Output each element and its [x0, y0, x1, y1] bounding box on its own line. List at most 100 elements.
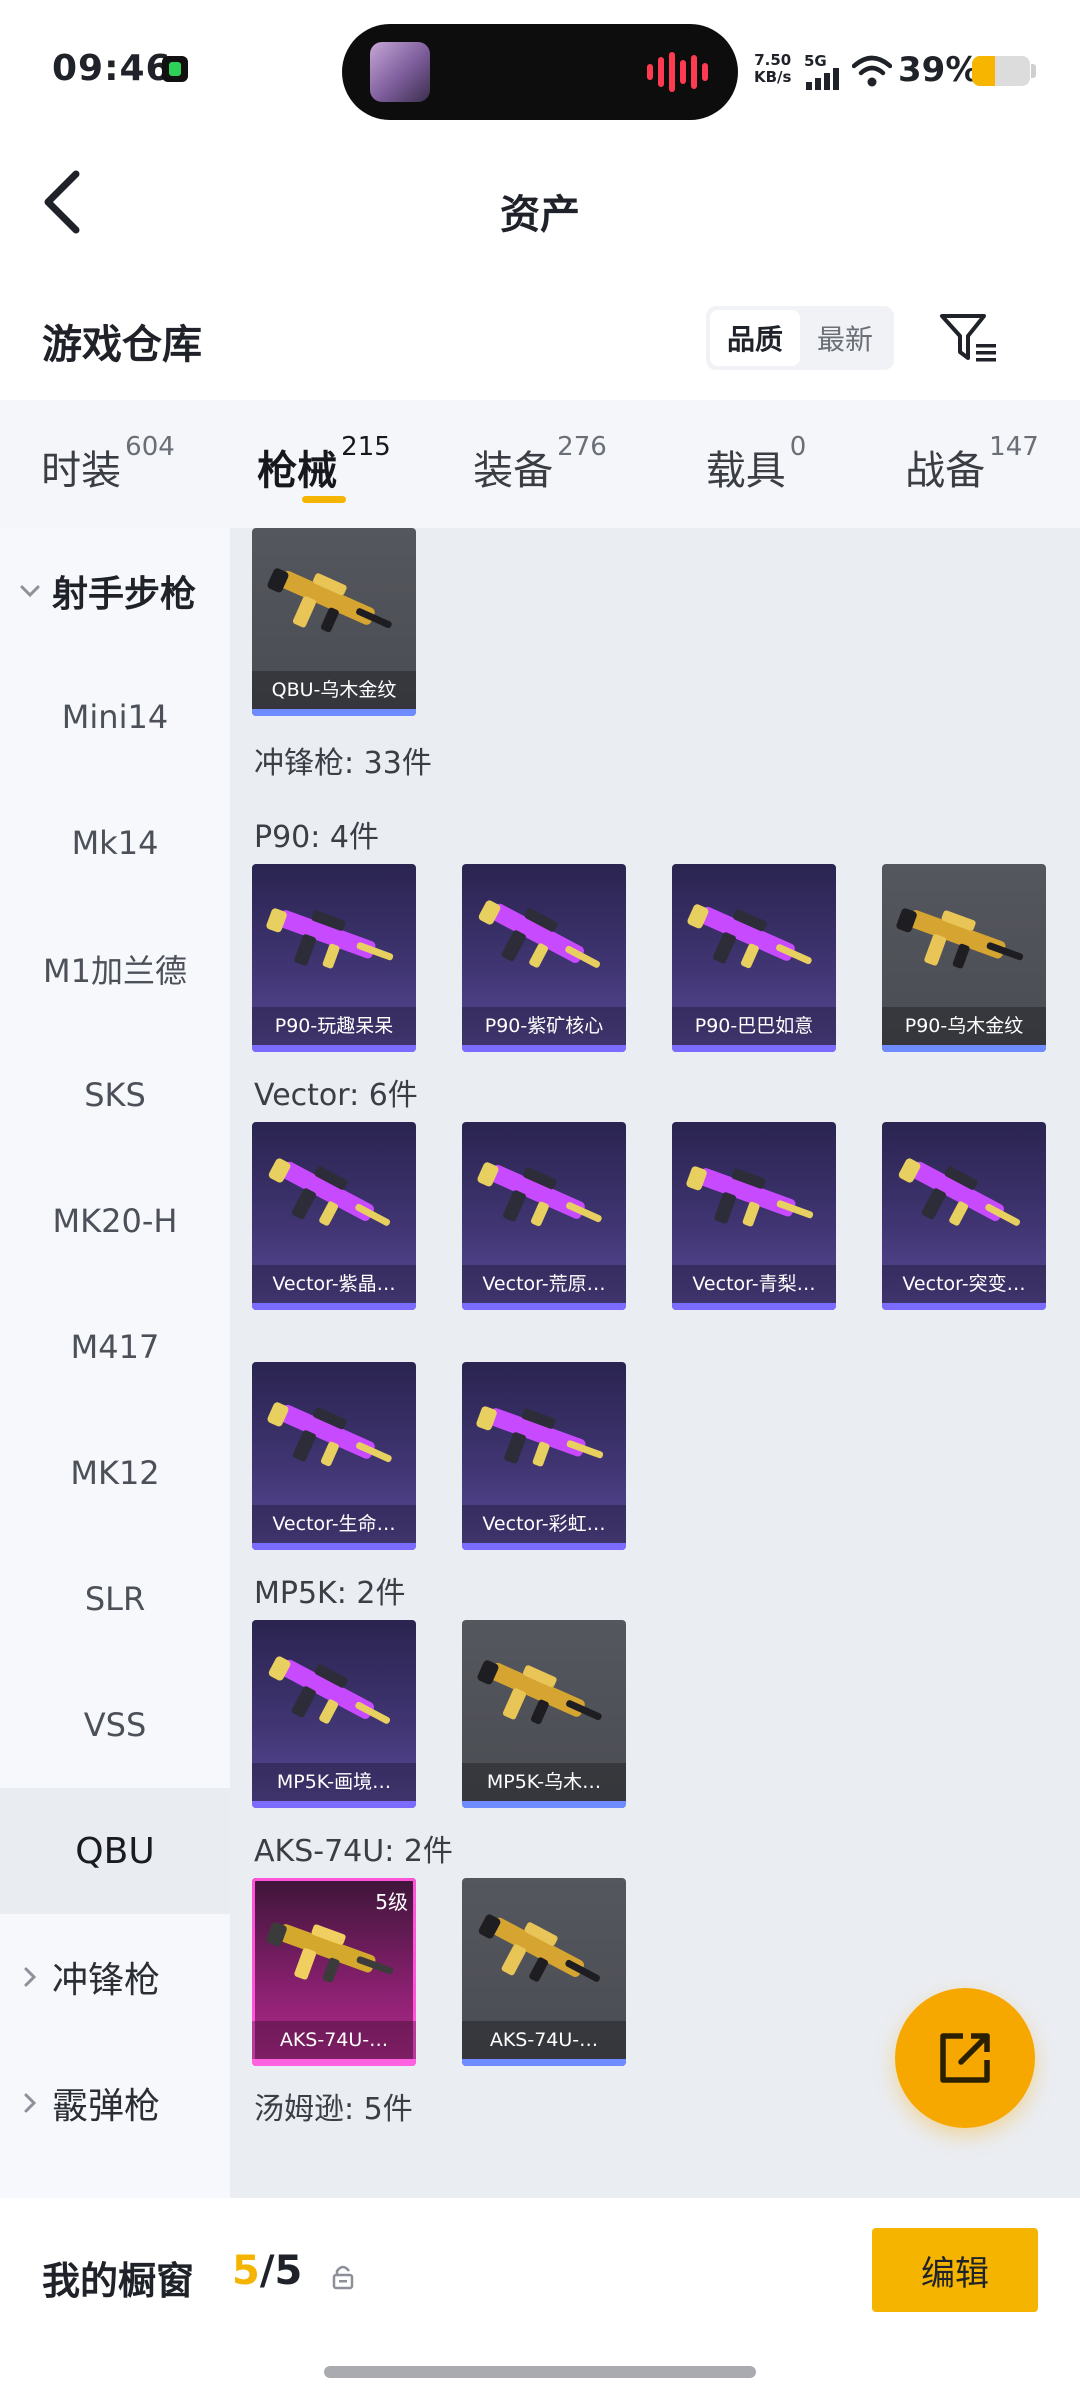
weapon-card[interactable]: MP5K-画境…	[252, 1620, 416, 1808]
weapon-skin-image	[687, 904, 812, 969]
tab-4[interactable]: 战备 147	[864, 400, 1080, 528]
sidebar-item[interactable]: SKS	[0, 1032, 230, 1158]
weapon-card[interactable]: Vector-青梨…	[672, 1122, 836, 1310]
status-time: 09:46	[52, 48, 172, 89]
tab-label: 装备	[473, 448, 554, 494]
weapon-card[interactable]: Vector-荒原…	[462, 1122, 626, 1310]
weapon-skin-image	[268, 1656, 391, 1724]
sidebar-item[interactable]: Mk14	[0, 780, 230, 906]
sidebar-group-label: 冲锋枪	[52, 1960, 161, 2001]
category-tabs: 时装 604 枪械 215 装备 276 载具 0 战备 147	[0, 400, 1080, 528]
tab-0[interactable]: 时装 604	[0, 400, 216, 528]
weapon-card[interactable]: QBU-乌木金纹	[252, 528, 416, 716]
nav-bar: 资产	[0, 140, 1080, 270]
weapon-card[interactable]: Vector-生命…	[252, 1362, 416, 1550]
wifi-icon	[852, 55, 892, 87]
weapon-card-caption: AKS-74U-…	[462, 2021, 626, 2059]
tab-2[interactable]: 装备 276	[432, 400, 648, 528]
dynamic-island[interactable]	[342, 24, 738, 120]
share-button[interactable]	[895, 1988, 1035, 2128]
sidebar-item[interactable]: MK20-H	[0, 1158, 230, 1284]
rarity-bar	[252, 709, 416, 716]
sidebar-item[interactable]: MK12	[0, 1410, 230, 1536]
edit-button[interactable]: 编辑	[872, 2228, 1038, 2312]
tab-3[interactable]: 载具 0	[648, 400, 864, 528]
weapon-card[interactable]: P90-玩趣呆呆	[252, 864, 416, 1052]
warehouse-header: 游戏仓库 品质 最新	[0, 270, 1080, 400]
filter-icon[interactable]	[938, 310, 1000, 366]
tab-1[interactable]: 枪械 215	[216, 400, 432, 528]
rarity-bar	[462, 1045, 626, 1052]
weapon-card[interactable]: Vector-彩虹…	[462, 1362, 626, 1550]
weapon-card[interactable]: P90-巴巴如意	[672, 864, 836, 1052]
active-tab-indicator	[302, 496, 346, 503]
signal-icon	[806, 68, 839, 90]
weapon-card[interactable]: Vector-突变…	[882, 1122, 1046, 1310]
rarity-bar	[672, 1303, 836, 1310]
weapon-group-label: MP5K: 2件	[254, 1576, 406, 1611]
weapon-card-caption: P90-巴巴如意	[672, 1007, 836, 1045]
showcase-title: 我的橱窗	[42, 2259, 195, 2303]
rarity-bar	[882, 1045, 1046, 1052]
weapon-skin-image	[686, 1166, 814, 1227]
category-summary: 冲锋枪: 33件	[254, 746, 432, 781]
weapon-group-label: 汤姆逊: 5件	[254, 2092, 413, 2127]
weapon-card[interactable]: Vector-紫晶…	[252, 1122, 416, 1310]
weapon-card[interactable]: P90-紫矿核心	[462, 864, 626, 1052]
weapon-group-label: Vector: 6件	[254, 1078, 418, 1113]
sidebar-item[interactable]: SLR	[0, 1536, 230, 1662]
sidebar-group-collapsed[interactable]: 霰弹枪	[0, 2040, 230, 2166]
weapon-card-caption: MP5K-画境…	[252, 1763, 416, 1801]
rarity-bar	[462, 1801, 626, 1808]
sidebar-group-marksman[interactable]: 射手步枪	[0, 528, 230, 654]
chevron-right-icon	[24, 1967, 37, 1987]
battery-percent: 39%	[898, 50, 980, 90]
tab-count: 0	[789, 432, 807, 462]
weapon-card-caption: Vector-生命…	[252, 1505, 416, 1543]
sort-toggle: 品质 最新	[706, 306, 894, 370]
level-badge: 5级	[375, 1890, 408, 1914]
sidebar-group-label: 霰弹枪	[52, 2086, 161, 2127]
weapon-card[interactable]: AKS-74U-…	[462, 1878, 626, 2066]
weapon-skin-image	[896, 908, 1024, 969]
weapon-card-caption: Vector-荒原…	[462, 1265, 626, 1303]
tab-count: 276	[557, 432, 607, 462]
weapon-card[interactable]: MP5K-乌木…	[462, 1620, 626, 1808]
rarity-bar	[462, 1303, 626, 1310]
weapon-card[interactable]: P90-乌木金纹	[882, 864, 1046, 1052]
tab-count: 147	[989, 432, 1039, 462]
sidebar-item[interactable]: QBU	[0, 1788, 230, 1914]
weapon-card[interactable]: 5级 AKS-74U-…	[252, 1878, 416, 2066]
rarity-bar	[252, 1303, 416, 1310]
rarity-bar	[462, 1543, 626, 1550]
weapon-skin-image	[477, 1162, 602, 1227]
showcase-count: 5/5	[232, 2248, 303, 2294]
weapon-group-label: AKS-74U: 2件	[254, 1834, 453, 1869]
weapon-skin-image	[267, 1402, 392, 1467]
network-speed: 7.50 KB/s	[754, 51, 792, 86]
weapon-skin-image	[478, 1914, 601, 1982]
weapon-card-caption: Vector-青梨…	[672, 1265, 836, 1303]
sidebar-item[interactable]: Mini14	[0, 654, 230, 780]
sidebar-item[interactable]: M417	[0, 1284, 230, 1410]
tab-label: 战备	[905, 448, 986, 494]
chevron-right-icon	[24, 2093, 37, 2113]
weapon-skin-image	[476, 1406, 604, 1467]
sidebar-group-collapsed[interactable]: 冲锋枪	[0, 1914, 230, 2040]
sidebar-group-label: 射手步枪	[52, 574, 197, 615]
sort-by-newest[interactable]: 最新	[800, 310, 890, 366]
weapon-card-caption: P90-乌木金纹	[882, 1007, 1046, 1045]
sidebar-item[interactable]: M1加兰德	[0, 906, 230, 1032]
battery-icon	[972, 56, 1030, 86]
weapon-card-caption: MP5K-乌木…	[462, 1763, 626, 1801]
page-title: 资产	[500, 192, 580, 238]
audio-waveform-icon	[647, 52, 708, 92]
item-grid: QBU-乌木金纹 冲锋枪: 33件 P90: 4件 P90-玩趣呆呆 P90-紫矿核心 P…	[230, 528, 1080, 2198]
status-bar: 09:46 7.50 KB/s 5G 39%	[0, 0, 1080, 140]
sort-by-quality[interactable]: 品质	[710, 310, 800, 366]
weapon-skin-image	[267, 568, 392, 633]
chevron-down-icon	[20, 585, 40, 598]
home-indicator[interactable]	[324, 2366, 756, 2378]
weapon-card-caption: Vector-突变…	[882, 1265, 1046, 1303]
sidebar-item[interactable]: VSS	[0, 1662, 230, 1788]
